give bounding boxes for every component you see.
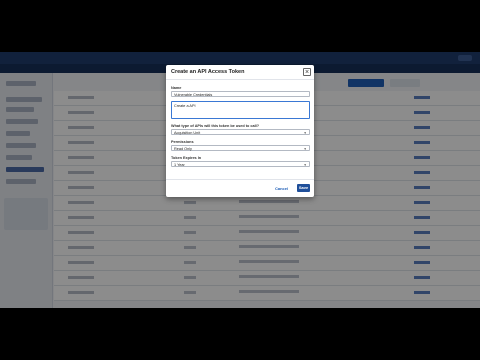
name-input-value: Vulnerable Credentials	[174, 92, 213, 97]
permissions-label: Permissions	[171, 140, 194, 144]
chevron-down-icon: ▾	[304, 162, 306, 167]
description-textarea[interactable]: Create a API	[171, 101, 310, 119]
close-icon[interactable]: ×	[303, 68, 311, 76]
chevron-down-icon: ▾	[304, 146, 306, 151]
api-type-select-value: Acquisition Unit	[174, 130, 201, 135]
expires-label: Token Expires In	[171, 156, 202, 160]
dialog-header: Create an API Access Token ×	[166, 65, 314, 80]
dialog-title: Create an API Access Token	[171, 69, 245, 75]
cancel-button[interactable]: Cancel	[275, 186, 288, 191]
description-textarea-value: Create a API	[174, 103, 196, 108]
api-type-label: What type of APIs will this token be use…	[171, 124, 260, 128]
name-label: Name	[171, 86, 182, 90]
api-type-select[interactable]: Acquisition Unit ▾	[171, 129, 310, 135]
expires-select[interactable]: 1 Year ▾	[171, 161, 310, 167]
permissions-select-value: Read Only	[174, 146, 192, 151]
dialog-footer: Cancel Save	[166, 179, 314, 198]
create-api-token-dialog: Create an API Access Token × Name Vulner…	[166, 65, 314, 197]
expires-select-value: 1 Year	[174, 162, 185, 167]
save-button[interactable]: Save	[297, 184, 310, 192]
name-input[interactable]: Vulnerable Credentials	[171, 91, 310, 97]
chevron-down-icon: ▾	[304, 130, 306, 135]
permissions-select[interactable]: Read Only ▾	[171, 145, 310, 151]
